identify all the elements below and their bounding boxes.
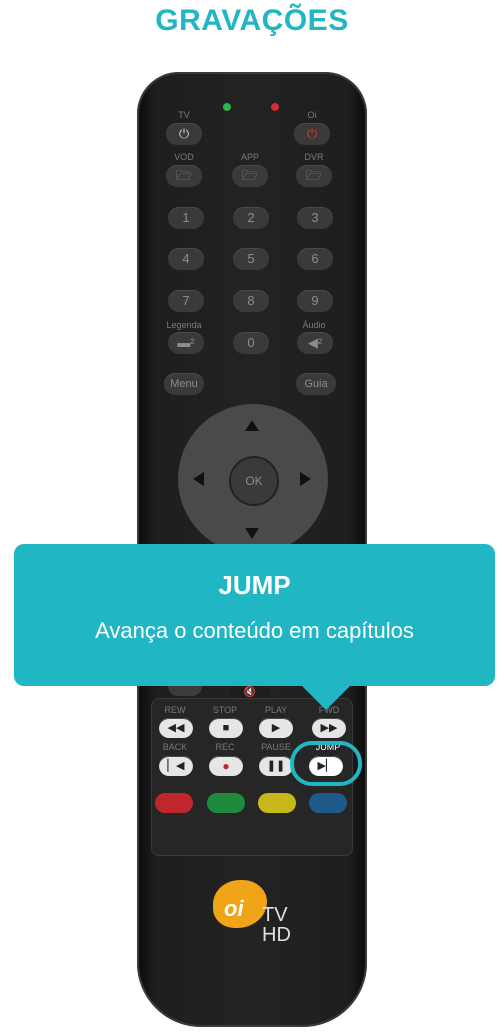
tooltip-pointer bbox=[300, 684, 352, 710]
guia-button[interactable]: Guia bbox=[296, 373, 336, 395]
speaker-icon: ◀² bbox=[307, 335, 323, 350]
play-label: PLAY bbox=[264, 705, 288, 715]
oi-label: Oi bbox=[307, 110, 317, 120]
number-9-button[interactable]: 9 bbox=[297, 290, 333, 312]
folder-icon: 🗁 bbox=[175, 168, 193, 183]
ok-button[interactable]: OK bbox=[229, 456, 279, 506]
tv-hd-logo: TV HD bbox=[262, 905, 291, 945]
menu-button[interactable]: Menu bbox=[164, 373, 204, 395]
rew-label: REW bbox=[164, 705, 186, 715]
yellow-button[interactable] bbox=[258, 793, 296, 813]
stop-label: STOP bbox=[212, 705, 238, 715]
red-button[interactable] bbox=[155, 793, 193, 813]
stop-button[interactable]: ■ bbox=[209, 718, 243, 738]
fwd-button[interactable]: ▶▶ bbox=[312, 718, 346, 738]
skip-back-icon: ▏◀ bbox=[167, 760, 185, 772]
number-6-button[interactable]: 6 bbox=[297, 248, 333, 270]
green-button[interactable] bbox=[207, 793, 245, 813]
right-arrow-button[interactable] bbox=[300, 472, 311, 486]
number-8-button[interactable]: 8 bbox=[233, 290, 269, 312]
rewind-icon: ◀◀ bbox=[167, 722, 185, 734]
number-5-button[interactable]: 5 bbox=[233, 248, 269, 270]
rec-button[interactable]: ● bbox=[209, 756, 243, 776]
rec-label: REC bbox=[215, 742, 235, 752]
folder-icon: 🗁 bbox=[241, 168, 259, 183]
dvr-label: DVR bbox=[304, 152, 324, 162]
vod-label: VOD bbox=[174, 152, 194, 162]
app-button[interactable]: 🗁 bbox=[232, 165, 268, 187]
blue-button[interactable] bbox=[309, 793, 347, 813]
play-icon: ▶ bbox=[271, 722, 281, 734]
tooltip-title: JUMP bbox=[218, 570, 291, 600]
number-1-button[interactable]: 1 bbox=[168, 207, 204, 229]
legenda-label: Legenda bbox=[166, 320, 202, 330]
oi-power-button[interactable]: ⏻ bbox=[294, 123, 330, 145]
power-icon: ⏻ bbox=[306, 126, 318, 141]
number-0-button[interactable]: 0 bbox=[233, 332, 269, 354]
number-4-button[interactable]: 4 bbox=[168, 248, 204, 270]
jump-tooltip bbox=[14, 544, 495, 686]
oi-logo-text: oi bbox=[224, 896, 244, 921]
folder-icon: 🗁 bbox=[305, 168, 323, 183]
power-icon: ⏻ bbox=[178, 126, 190, 141]
tv-logo-text: TV bbox=[262, 904, 288, 926]
stop-icon: ■ bbox=[222, 722, 230, 734]
audio-button[interactable]: ◀² bbox=[297, 332, 333, 354]
hd-logo-text: HD bbox=[262, 924, 291, 946]
down-arrow-button[interactable] bbox=[245, 528, 259, 539]
number-3-button[interactable]: 3 bbox=[297, 207, 333, 229]
jump-highlight-ring bbox=[290, 741, 362, 786]
number-2-button[interactable]: 2 bbox=[233, 207, 269, 229]
pause-button[interactable]: ❚❚ bbox=[259, 756, 293, 776]
tooltip-description: Avança o conteúdo em capítulos bbox=[95, 618, 414, 643]
green-led bbox=[223, 103, 231, 111]
left-arrow-button[interactable] bbox=[193, 472, 204, 486]
tv-label: TV bbox=[178, 110, 190, 120]
subtitle-icon: ▬² bbox=[177, 335, 195, 350]
tv-power-button[interactable]: ⏻ bbox=[166, 123, 202, 145]
number-7-button[interactable]: 7 bbox=[168, 290, 204, 312]
page-title: GRAVAÇÕES bbox=[155, 4, 349, 37]
vod-button[interactable]: 🗁 bbox=[166, 165, 202, 187]
back-button[interactable]: ▏◀ bbox=[159, 756, 193, 776]
dvr-button[interactable]: 🗁 bbox=[296, 165, 332, 187]
back-label: BACK bbox=[162, 742, 188, 752]
rew-button[interactable]: ◀◀ bbox=[159, 718, 193, 738]
up-arrow-button[interactable] bbox=[245, 420, 259, 431]
mute-icon: 🔇 bbox=[243, 687, 257, 698]
app-label: APP bbox=[240, 152, 259, 162]
red-led bbox=[271, 103, 279, 111]
pause-icon: ❚❚ bbox=[266, 760, 286, 772]
fast-forward-icon: ▶▶ bbox=[320, 722, 338, 734]
record-icon: ● bbox=[222, 759, 230, 773]
pause-label: PAUSE bbox=[261, 742, 291, 752]
audio-label: Áudio bbox=[302, 320, 326, 330]
subtitle-button[interactable]: ▬² bbox=[168, 332, 204, 354]
play-button[interactable]: ▶ bbox=[259, 718, 293, 738]
